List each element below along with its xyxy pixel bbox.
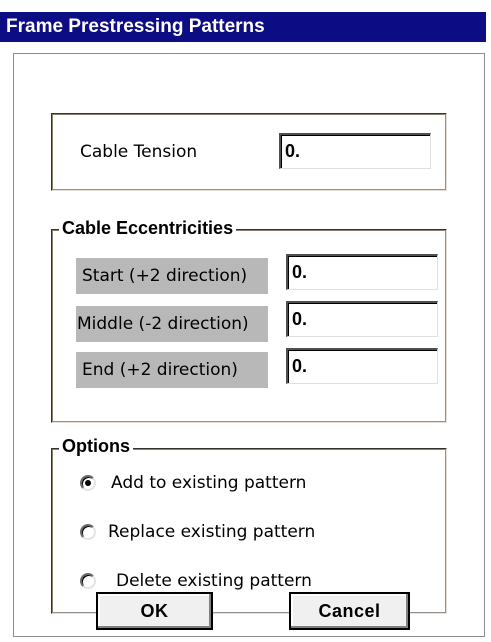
ok-button[interactable]: OK <box>96 592 213 630</box>
radio-label-delete: Delete existing pattern <box>116 571 312 591</box>
radio-button[interactable] <box>80 573 96 589</box>
cable-tension-group: Cable Tension 0. <box>51 113 447 191</box>
cable-eccentricities-legend: Cable Eccentricities <box>59 218 237 239</box>
radio-replace-existing[interactable]: Replace existing pattern <box>80 518 315 546</box>
cable-tension-input[interactable]: 0. <box>279 133 431 169</box>
middle-direction-label: Middle (-2 direction) <box>76 306 268 342</box>
end-direction-label: End (+2 direction) <box>76 352 268 388</box>
end-eccentricity-input[interactable]: 0. <box>286 348 438 384</box>
radio-dot <box>85 480 91 486</box>
radio-button-selected[interactable] <box>80 475 96 491</box>
dialog-body: Cable Tension 0. Cable Eccentricities St… <box>13 53 485 637</box>
title-bar[interactable]: Frame Prestressing Patterns <box>0 0 491 54</box>
cancel-button[interactable]: Cancel <box>289 592 410 630</box>
radio-delete-existing[interactable]: Delete existing pattern <box>80 567 312 595</box>
radio-label-replace: Replace existing pattern <box>108 522 316 542</box>
radio-label-add: Add to existing pattern <box>111 473 307 493</box>
start-eccentricity-input[interactable]: 0. <box>286 254 438 290</box>
radio-add-to-existing[interactable]: Add to existing pattern <box>80 469 306 497</box>
options-legend: Options <box>59 436 133 457</box>
cable-tension-label: Cable Tension <box>80 142 198 162</box>
start-direction-label: Start (+2 direction) <box>76 258 268 294</box>
radio-button[interactable] <box>80 524 96 540</box>
window-title: Frame Prestressing Patterns <box>6 16 265 37</box>
middle-eccentricity-input[interactable]: 0. <box>286 301 438 337</box>
